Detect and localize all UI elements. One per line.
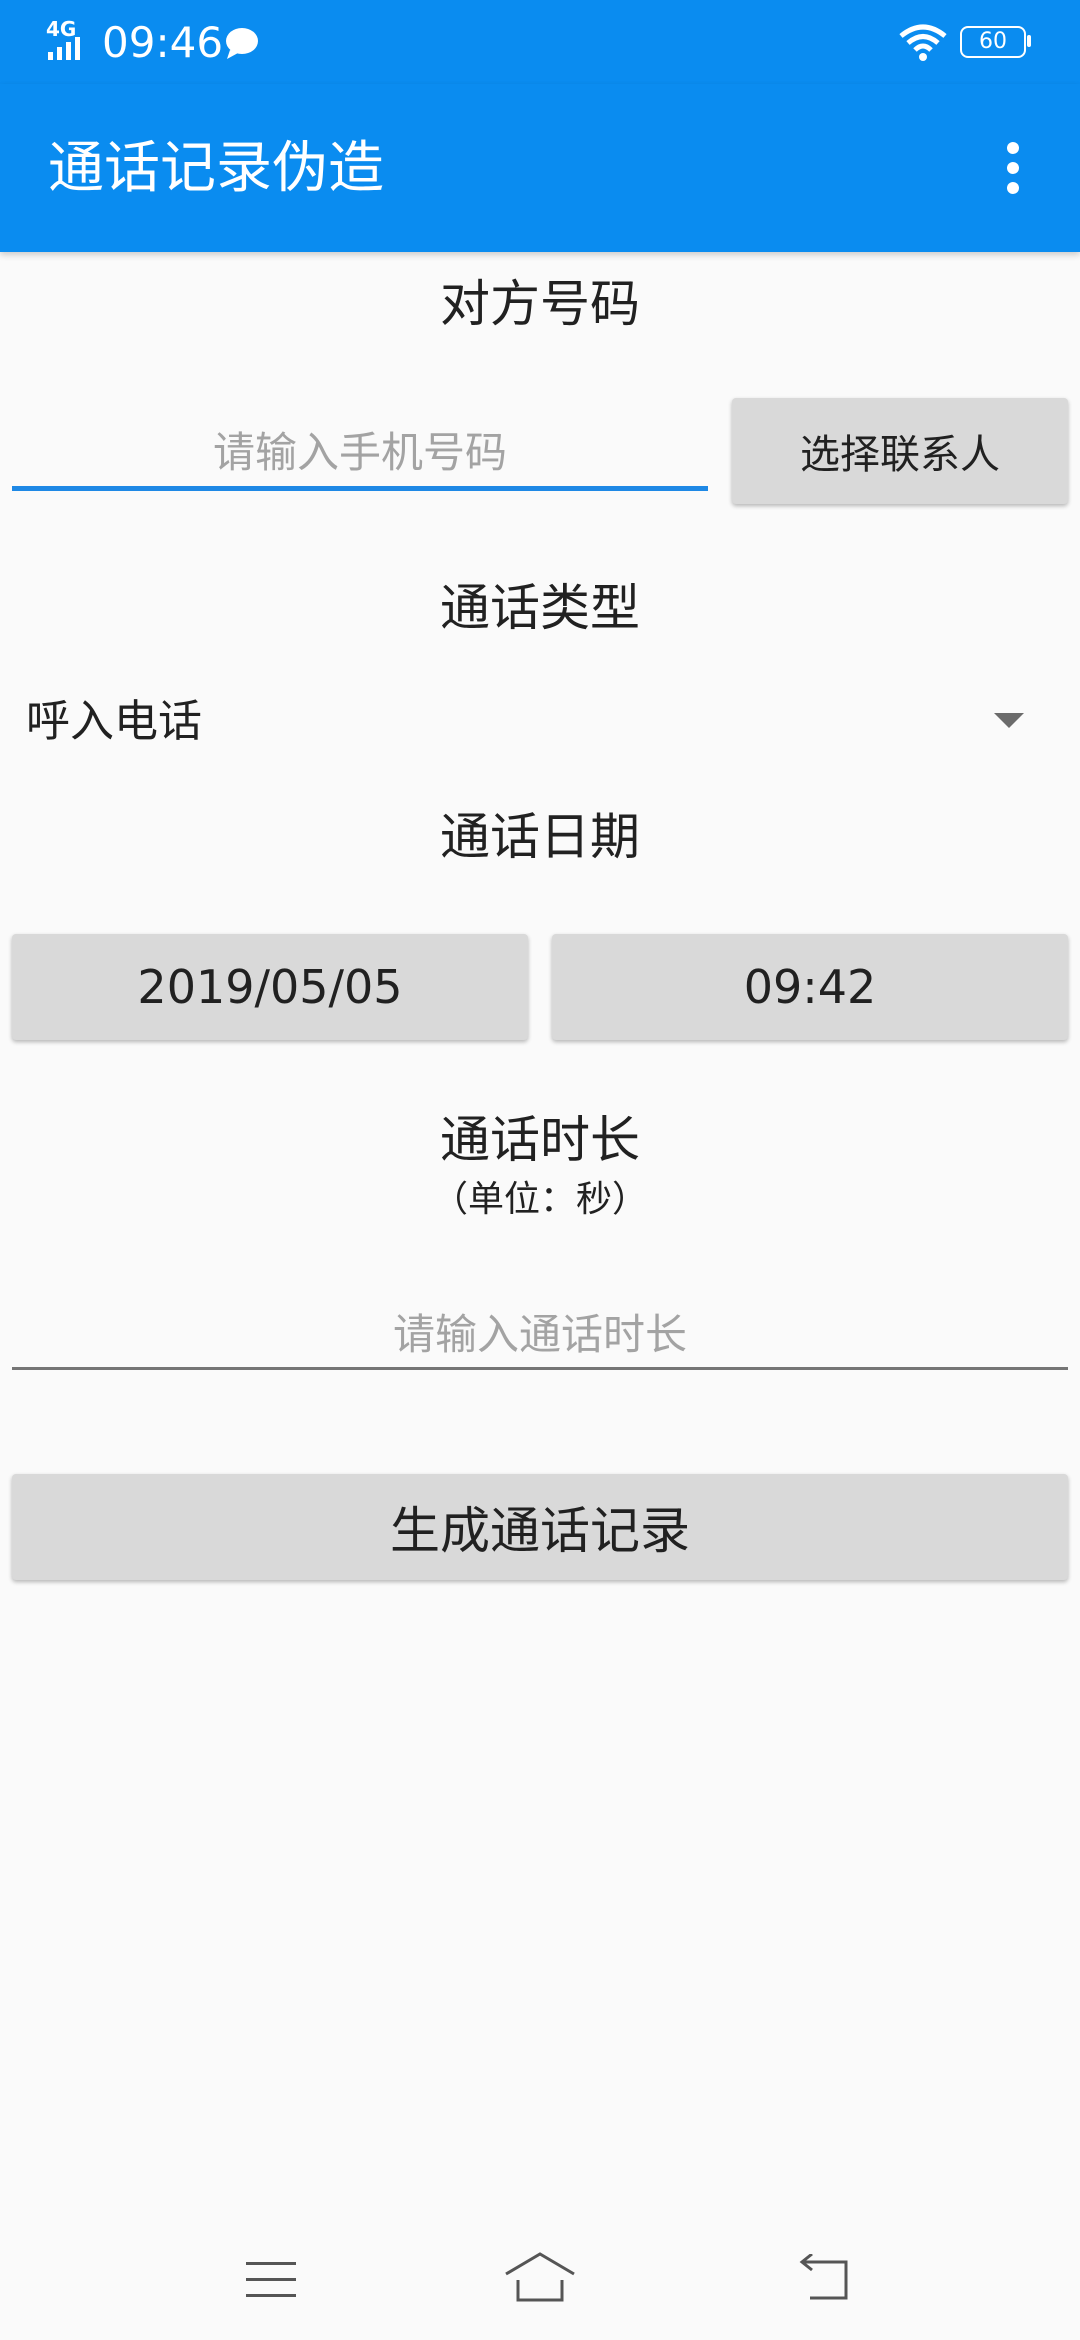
call-type-label: 通话类型 (440, 579, 640, 637)
time-picker-button[interactable]: 09:42 (552, 934, 1068, 1040)
select-contact-button[interactable]: 选择联系人 (732, 398, 1068, 504)
dropdown-arrow-icon (994, 713, 1024, 728)
status-time: 09:46 (102, 18, 224, 67)
select-contact-label: 选择联系人 (800, 432, 1000, 478)
menu-lines-icon[interactable] (244, 2256, 300, 2304)
call-duration-underline (12, 1367, 1068, 1370)
signal-icon: 4G (46, 18, 90, 62)
home-icon[interactable] (500, 2250, 580, 2306)
chat-bubble-icon (224, 26, 260, 60)
call-duration-label: 通话时长 (440, 1111, 640, 1169)
call-date-label: 通话日期 (440, 808, 640, 866)
battery-level: 60 (979, 29, 1007, 54)
call-type-selected: 呼入电话 (26, 696, 202, 747)
wifi-icon (898, 22, 948, 62)
phone-number-underline (12, 486, 708, 491)
phone-number-input[interactable] (12, 420, 708, 484)
status-bar: 4G 09:46 60 (0, 0, 1080, 84)
overflow-menu-icon[interactable] (996, 140, 1032, 196)
battery-icon: 60 (960, 26, 1032, 58)
nav-bar (0, 2220, 1080, 2340)
app-title: 通话记录伪造 (48, 136, 384, 201)
call-duration-input[interactable] (12, 1302, 1068, 1366)
date-picker-button[interactable]: 2019/05/05 (12, 934, 528, 1040)
duration-unit-label: （单位：秒） (431, 1179, 648, 1220)
back-icon[interactable] (796, 2252, 856, 2306)
app-bar: 通话记录伪造 (0, 84, 1080, 252)
time-value: 09:42 (743, 960, 877, 1014)
generate-record-button[interactable]: 生成通话记录 (12, 1474, 1068, 1580)
generate-record-label: 生成通话记录 (390, 1502, 690, 1560)
date-value: 2019/05/05 (137, 960, 403, 1014)
number-label: 对方号码 (440, 275, 640, 333)
